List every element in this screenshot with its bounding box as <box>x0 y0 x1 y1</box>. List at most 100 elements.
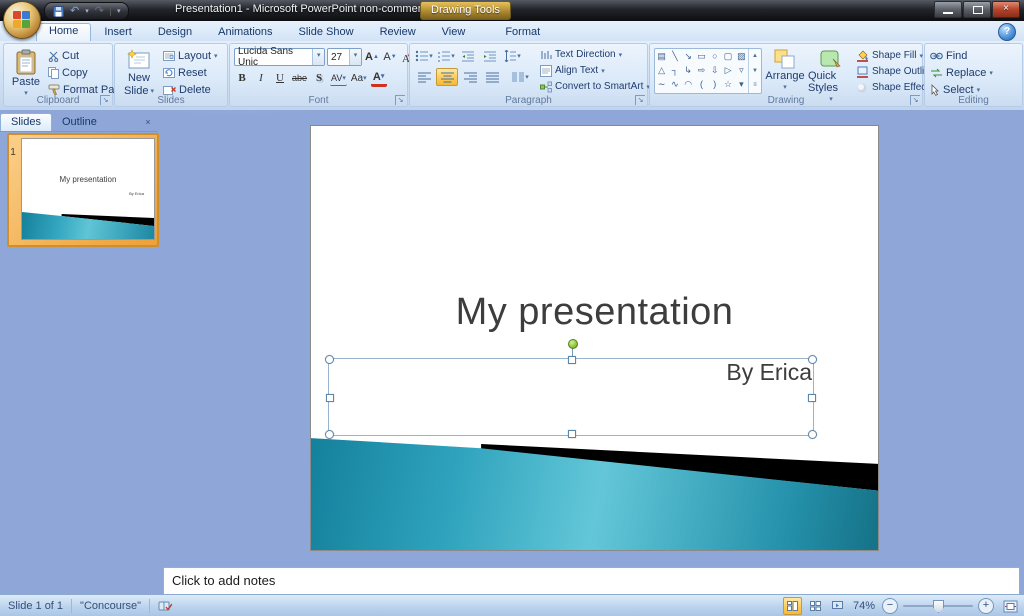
tab-review[interactable]: Review <box>367 24 429 41</box>
shapes-scroll-down-icon[interactable]: ▼ <box>749 64 761 79</box>
shape-left-brace-icon[interactable]: ( <box>700 78 703 90</box>
slide-title-text[interactable]: My presentation <box>311 291 878 334</box>
shape-block-arrow-down-icon[interactable]: ⇩ <box>711 64 719 76</box>
font-dialog-launcher-icon[interactable]: ↘ <box>395 95 405 105</box>
shape-star-icon[interactable]: ☆ <box>724 78 732 90</box>
handle-mid-left[interactable] <box>326 394 334 402</box>
shape-frame-icon[interactable]: ▨ <box>737 50 746 62</box>
shape-callout-icon[interactable]: ▷ <box>725 64 732 76</box>
shapes-more-icon[interactable]: ≡ <box>749 78 761 93</box>
tab-slides-pane[interactable]: Slides <box>0 113 52 131</box>
shape-right-brace-icon[interactable]: ) <box>713 78 716 90</box>
rotate-handle[interactable] <box>568 339 578 349</box>
help-icon[interactable]: ? <box>998 23 1016 41</box>
save-icon[interactable] <box>53 6 64 17</box>
close-pane-icon[interactable]: × <box>142 116 154 128</box>
shrink-font-button[interactable]: A▼ <box>382 50 398 65</box>
increase-indent-icon[interactable] <box>480 48 500 64</box>
handle-bottom-center[interactable] <box>568 430 576 438</box>
font-size-combo[interactable]: 27 ▾ <box>327 48 362 66</box>
align-text-button[interactable]: Align Text ▾ <box>540 63 650 78</box>
decrease-indent-icon[interactable] <box>458 48 478 64</box>
shape-line-icon[interactable]: ╲ <box>672 50 677 62</box>
zoom-slider-thumb[interactable] <box>933 600 944 613</box>
zoom-out-icon[interactable]: − <box>882 598 898 614</box>
shape-picture-icon[interactable]: ▤ <box>657 50 666 62</box>
find-button[interactable]: Find <box>930 48 993 64</box>
zoom-slider[interactable] <box>903 605 973 607</box>
tab-animations[interactable]: Animations <box>205 24 285 41</box>
text-shadow-button[interactable]: S <box>311 71 327 86</box>
shape-elbow-icon[interactable]: ┐ <box>672 64 678 76</box>
replace-button[interactable]: Replace ▾ <box>930 65 993 81</box>
tab-design[interactable]: Design <box>145 24 205 41</box>
paste-button[interactable]: Paste ▾ <box>8 46 44 97</box>
align-left-icon[interactable] <box>414 69 434 85</box>
shape-arc-icon[interactable]: ◠ <box>684 78 692 90</box>
layout-button[interactable]: Layout ▾ <box>163 48 218 64</box>
handle-bottom-left[interactable] <box>325 430 334 439</box>
new-slide-button[interactable]: New Slide ▾ <box>119 46 159 97</box>
character-spacing-button[interactable]: AV▾ <box>330 70 347 86</box>
slide-sorter-view-icon[interactable] <box>807 598 824 614</box>
tab-insert[interactable]: Insert <box>91 24 145 41</box>
slide-thumbnail[interactable]: My presentation By Erica <box>21 138 155 240</box>
shape-arrow-icon[interactable]: ↘ <box>684 50 692 62</box>
font-color-button[interactable]: A▾ <box>371 69 387 87</box>
spellcheck-icon[interactable] <box>158 600 172 612</box>
restore-button[interactable] <box>963 1 991 18</box>
numbering-icon[interactable]: ▾ <box>436 48 456 64</box>
shapes-scroll-up-icon[interactable]: ▲ <box>749 49 761 64</box>
align-right-icon[interactable] <box>460 69 480 85</box>
minimize-button[interactable] <box>934 1 962 18</box>
tab-home[interactable]: Home <box>36 23 91 41</box>
customize-qat-icon[interactable]: ▾ <box>117 7 121 15</box>
change-case-button[interactable]: Aa▾ <box>350 71 368 86</box>
shape-elbow-arrow-icon[interactable]: ↳ <box>684 64 692 76</box>
handle-bottom-right[interactable] <box>808 430 817 439</box>
fit-to-window-icon[interactable] <box>1003 600 1018 613</box>
office-button[interactable] <box>3 1 41 39</box>
subtitle-selection-box[interactable] <box>328 358 814 436</box>
zoom-in-icon[interactable]: + <box>978 598 994 614</box>
grow-font-button[interactable]: A▲ <box>364 50 380 65</box>
shape-more-icon[interactable]: ▾ <box>739 78 744 90</box>
handle-top-left[interactable] <box>325 355 334 364</box>
tab-slide-show[interactable]: Slide Show <box>286 24 367 41</box>
normal-view-icon[interactable] <box>783 597 802 615</box>
text-direction-button[interactable]: Text Direction ▾ <box>540 47 650 62</box>
shape-oval-icon[interactable]: ○ <box>712 50 717 62</box>
justify-icon[interactable] <box>482 69 502 85</box>
line-spacing-icon[interactable]: ▾ <box>502 48 522 64</box>
shape-triangle-icon[interactable]: △ <box>658 64 665 76</box>
shape-scribble-icon[interactable]: ∼ <box>658 78 666 90</box>
tab-outline-pane[interactable]: Outline <box>52 114 107 131</box>
close-button[interactable]: × <box>992 1 1020 18</box>
tab-format[interactable]: Format <box>492 24 553 41</box>
paragraph-dialog-launcher-icon[interactable]: ↘ <box>635 95 645 105</box>
arrange-button[interactable]: Arrange ▾ <box>764 46 806 97</box>
handle-top-center[interactable] <box>568 356 576 364</box>
notes-pane[interactable]: Click to add notes <box>163 567 1020 595</box>
shape-rectangle-icon[interactable]: ▭ <box>697 50 706 62</box>
reset-button[interactable]: Reset <box>163 65 218 81</box>
align-center-icon[interactable] <box>436 68 458 86</box>
convert-to-smartart-button[interactable]: Convert to SmartArt ▾ <box>540 79 650 94</box>
columns-icon[interactable]: ▾ <box>510 69 530 85</box>
shape-block-arrow-right-icon[interactable]: ⇨ <box>698 64 706 76</box>
tab-view[interactable]: View <box>429 24 479 41</box>
undo-icon[interactable]: ↶ <box>70 3 79 19</box>
shapes-gallery-scrollbar[interactable]: ▲ ▼ ≡ <box>748 49 761 93</box>
font-name-combo[interactable]: Lucida Sans Unic ▾ <box>234 48 325 66</box>
handle-top-right[interactable] <box>808 355 817 364</box>
quick-styles-button[interactable]: Quick Styles ▾ <box>808 46 854 97</box>
shape-more-row-icon[interactable]: ▿ <box>739 64 744 76</box>
handle-mid-right[interactable] <box>808 394 816 402</box>
bullets-icon[interactable]: ▾ <box>414 48 434 64</box>
strikethrough-button[interactable]: abe <box>291 71 308 86</box>
slideshow-view-icon[interactable] <box>829 598 846 614</box>
undo-dropdown-icon[interactable]: ▾ <box>85 7 89 15</box>
shape-rounded-rect-icon[interactable]: ▢ <box>724 50 733 62</box>
slide-editing-surface[interactable]: My presentation By Erica <box>310 125 879 551</box>
underline-button[interactable]: U <box>272 71 288 86</box>
